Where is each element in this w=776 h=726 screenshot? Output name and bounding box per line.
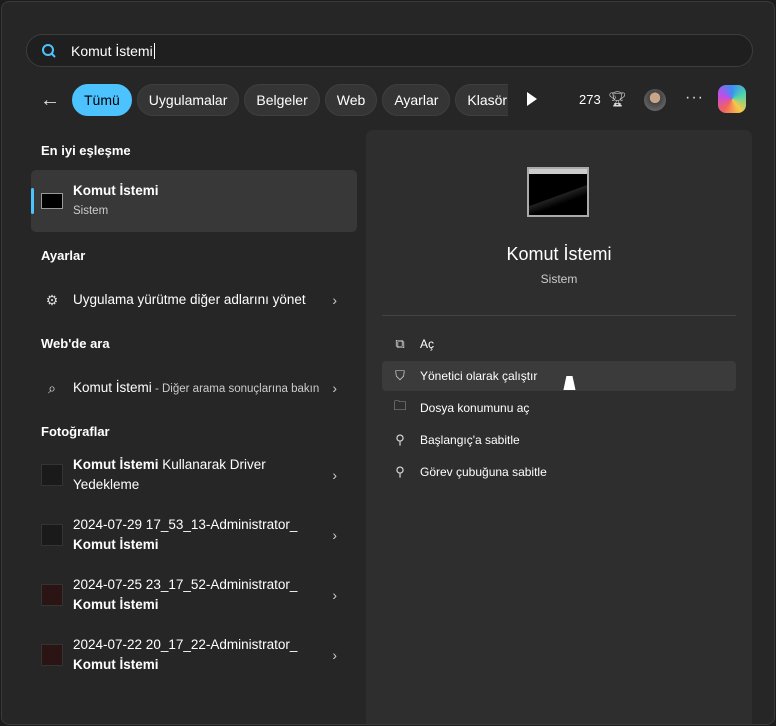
photo-title-bold: Komut İstemi xyxy=(73,537,159,552)
photo-title-bold: Komut İstemi xyxy=(73,457,159,472)
preview-title: Komut İstemi xyxy=(506,244,612,264)
search-value: Komut İstemi xyxy=(71,42,153,59)
action-label: Yönetici olarak çalıştır xyxy=(420,369,538,383)
preview-pane: Komut İstemi Sistem ⧉ Aç ⛉ Yönetici olarak… xyxy=(366,130,752,724)
filter-all[interactable]: Tümü xyxy=(72,84,132,116)
search-icon: ⌕ xyxy=(48,379,56,396)
action-label: Başlangıç'a sabitle xyxy=(420,433,520,447)
chevron-right-icon: › xyxy=(332,587,337,603)
photo-thumbnail xyxy=(41,644,63,666)
search-icon xyxy=(42,43,56,58)
filter-settings[interactable]: Ayarlar xyxy=(382,84,451,116)
photo-title: 2024-07-22 20_17_22-Administrator_ xyxy=(73,637,298,652)
chevron-right-icon: › xyxy=(332,292,337,308)
rewards-trophy-icon[interactable]: 🏆︎ xyxy=(608,90,627,108)
chevron-right-icon: › xyxy=(332,527,337,543)
pin-icon: ⚲ xyxy=(395,464,405,479)
copilot-icon[interactable] xyxy=(718,85,746,113)
photo-item[interactable]: Komut İstemi Kullanarak Driver Yedekleme… xyxy=(31,445,357,505)
command-prompt-icon xyxy=(41,193,63,209)
web-search-item[interactable]: ⌕ Komut İstemi - Diğer arama sonuçlarına… xyxy=(31,357,357,419)
filter-folders[interactable]: Klasörler xyxy=(455,84,508,116)
photo-thumbnail xyxy=(41,524,63,546)
filter-web[interactable]: Web xyxy=(324,84,378,116)
pin-icon: ⚲ xyxy=(395,432,405,447)
photo-thumbnail xyxy=(41,464,63,486)
photo-item[interactable]: 2024-07-25 23_17_52-Administrator_ Komut… xyxy=(31,565,357,625)
action-pin-taskbar[interactable]: ⚲ Görev çubuğuna sabitle xyxy=(382,457,736,487)
settings-item[interactable]: ⚙ Uygulama yürütme diğer adlarını yönet … xyxy=(31,269,357,331)
photo-title-bold: Komut İstemi xyxy=(73,657,159,672)
photo-title: 2024-07-29 17_53_13-Administrator_ xyxy=(73,517,298,532)
open-external-icon: ⧉ xyxy=(395,336,405,351)
section-photos: Fotoğraflar xyxy=(41,424,110,439)
action-open[interactable]: ⧉ Aç xyxy=(382,329,736,359)
preview-sub: Sistem xyxy=(540,272,578,286)
action-label: Aç xyxy=(420,337,435,351)
more-options-icon[interactable]: ··· xyxy=(685,89,704,107)
photo-item[interactable]: 2024-07-29 17_53_13-Administrator_ Komut… xyxy=(31,505,357,565)
best-sub: Sistem xyxy=(73,205,109,217)
photo-title-bold: Komut İstemi xyxy=(73,597,159,612)
action-open-location[interactable]: 🗀 Dosya konumunu aç xyxy=(382,393,736,423)
action-run-as-admin[interactable]: ⛉ Yönetici olarak çalıştır xyxy=(382,361,736,391)
shield-icon: ⛉ xyxy=(395,368,405,383)
section-best-match: En iyi eşleşme xyxy=(41,143,131,158)
search-input[interactable]: Komut İstemi xyxy=(26,34,753,67)
action-pin-start[interactable]: ⚲ Başlangıç'a sabitle xyxy=(382,425,736,455)
scroll-right-icon[interactable] xyxy=(527,92,537,106)
chevron-right-icon: › xyxy=(332,467,337,483)
photo-item[interactable]: 2024-07-22 20_17_22-Administrator_ Komut… xyxy=(31,625,357,685)
web-suffix: - Diğer arama sonuçlarına bakın xyxy=(151,382,320,395)
filter-documents[interactable]: Belgeler xyxy=(244,84,320,116)
app-settings-icon: ⚙ xyxy=(45,291,59,308)
filter-bar: ← Tümü Uygulamalar Belgeler Web Ayarlar … xyxy=(2,84,774,116)
folder-icon: 🗀 xyxy=(393,398,407,413)
back-arrow-icon[interactable]: ← xyxy=(40,89,60,112)
rewards-points[interactable]: 273 xyxy=(579,92,601,107)
command-prompt-large-icon xyxy=(527,167,589,217)
text-caret xyxy=(153,42,155,59)
best-match-item[interactable]: Komut İstemi Sistem xyxy=(31,170,357,232)
search-window: Komut İstemi ← Tümü Uygulamalar Belgeler… xyxy=(1,1,775,725)
filter-apps[interactable]: Uygulamalar xyxy=(136,84,240,116)
web-query: Komut İstemi xyxy=(73,379,152,395)
section-settings: Ayarlar xyxy=(41,248,86,263)
avatar[interactable] xyxy=(644,89,666,111)
photo-title: 2024-07-25 23_17_52-Administrator_ xyxy=(73,577,298,592)
chevron-right-icon: › xyxy=(332,647,337,663)
section-web: Web'de ara xyxy=(41,336,110,351)
action-label: Görev çubuğuna sabitle xyxy=(420,465,547,479)
photo-thumbnail xyxy=(41,584,63,606)
settings-item-label: Uygulama yürütme diğer adlarını yönet xyxy=(73,292,306,307)
results-list: En iyi eşleşme Komut İstemi Sistem Ayarla… xyxy=(31,130,357,685)
divider xyxy=(382,315,736,316)
best-title: Komut İstemi xyxy=(73,183,159,198)
action-label: Dosya konumunu aç xyxy=(420,401,530,415)
chevron-right-icon: › xyxy=(332,380,337,396)
